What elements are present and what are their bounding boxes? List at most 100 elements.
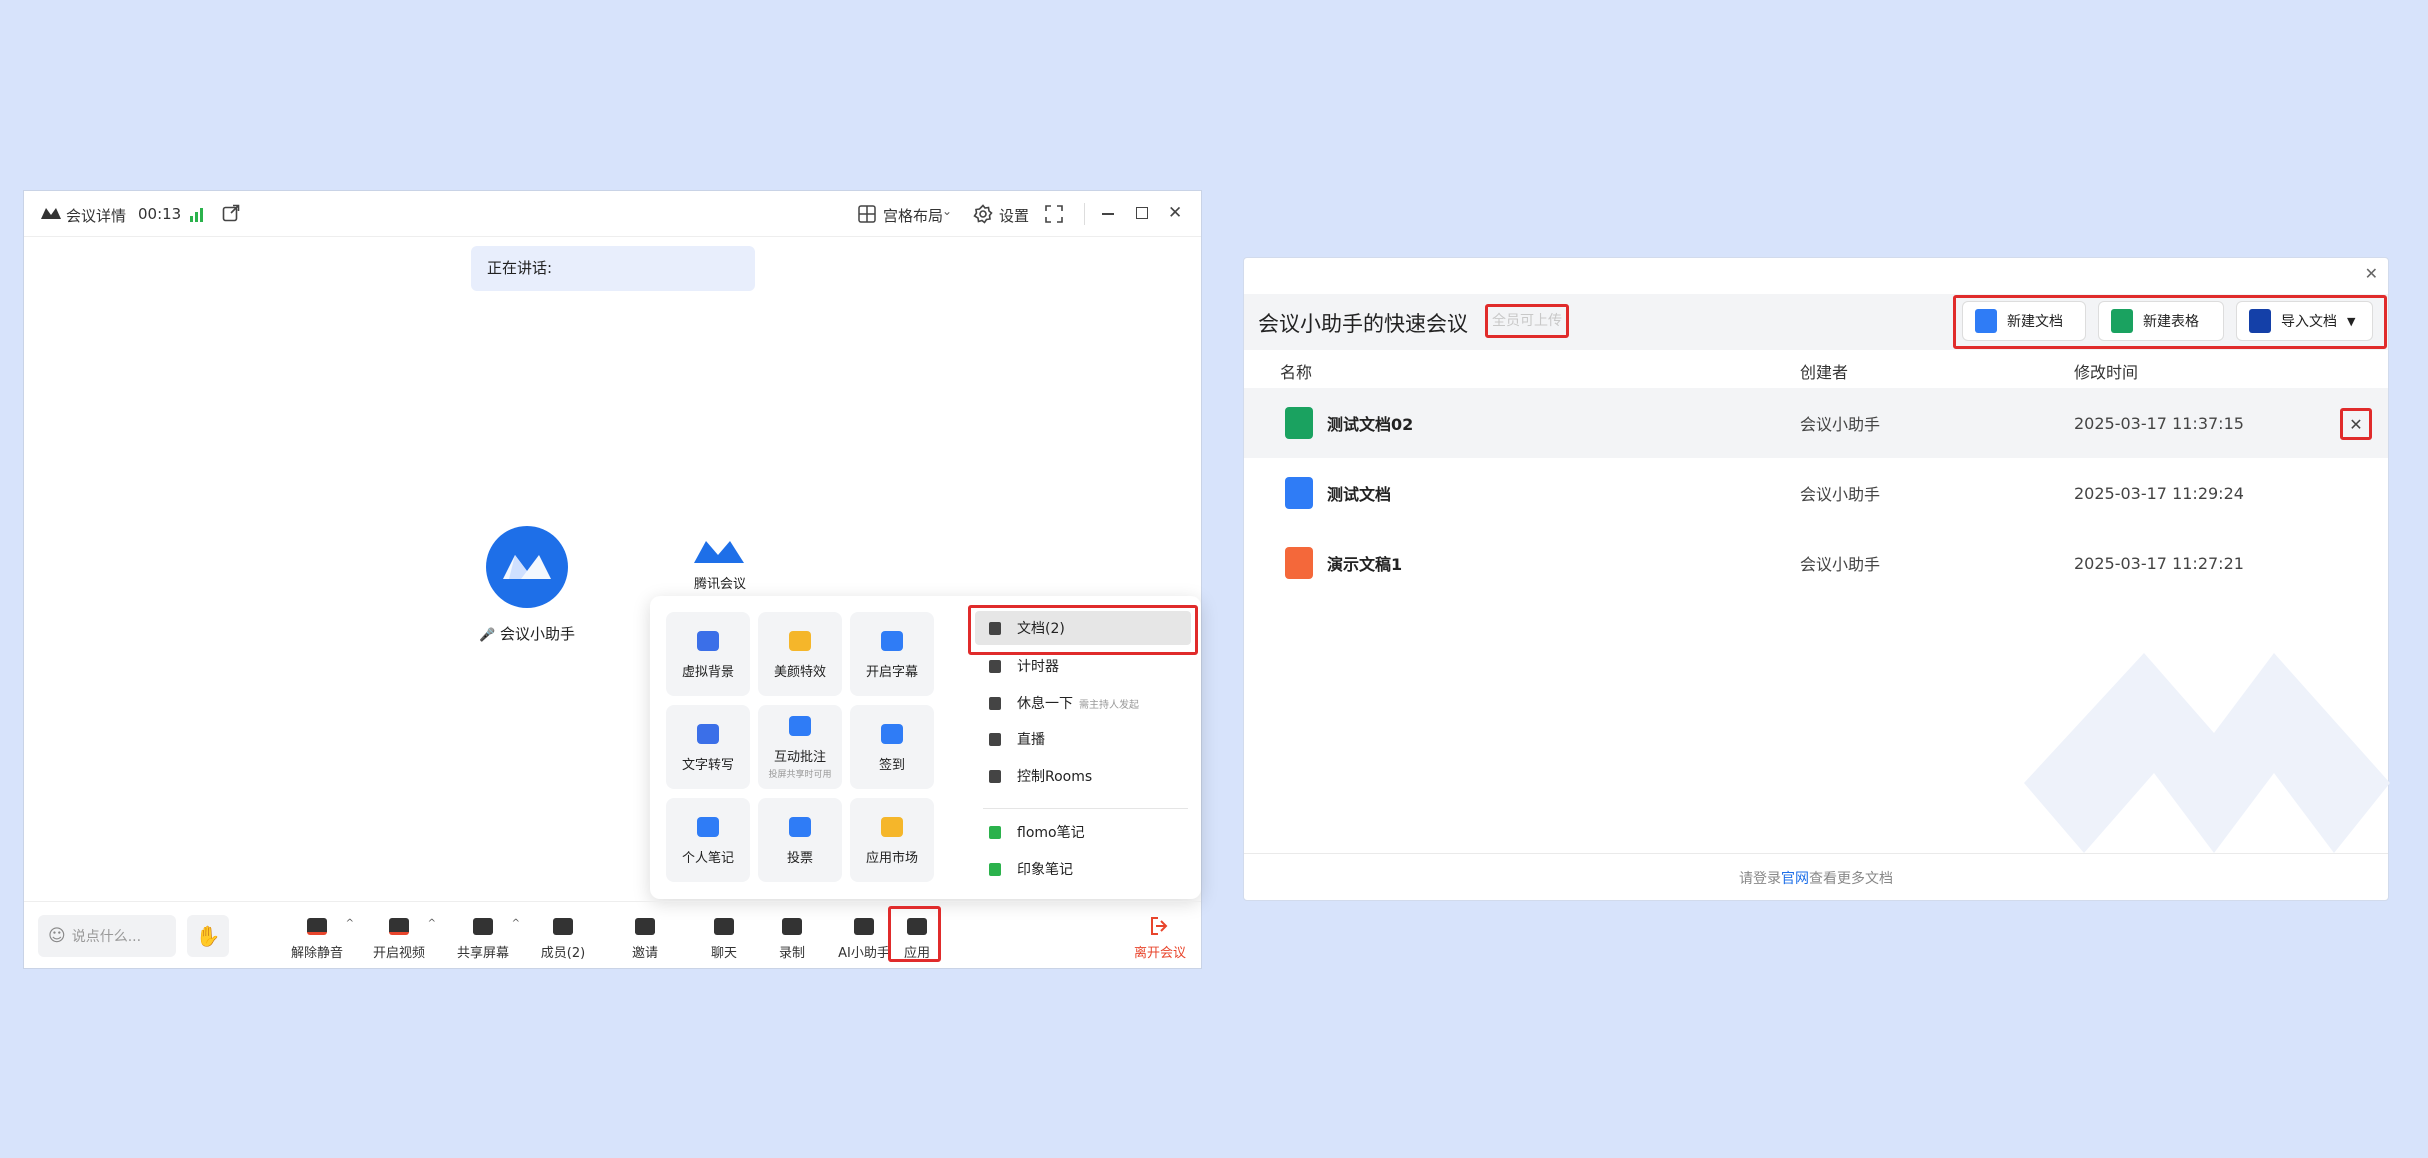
evernote-icon [987,861,1003,877]
delete-row-button[interactable]: ✕ [2340,408,2372,440]
column-name: 名称 [1280,363,1313,382]
app-tile[interactable]: 个人笔记 [666,798,750,882]
doc-file-icon [1285,477,1313,509]
close-icon[interactable]: ✕ [2365,264,2378,283]
apps-popup: 虚拟背景 美颜特效 开启字幕 文字转写 互动批注 投屏共享时可用 签到 个人笔记 投票 应用市场 … [650,596,1201,899]
apps-menu-item[interactable]: flomo笔记 [975,816,1195,848]
slide-file-icon [1285,547,1313,579]
coffee-icon [987,695,1003,711]
toolbar-button[interactable]: 开启视频 ^ [364,914,436,961]
settings-button[interactable]: 设置 [999,205,1029,226]
close-icon[interactable]: ✕ [1168,203,1182,223]
video-off-icon [386,914,412,938]
apps-menu-item[interactable]: 直播 [975,723,1195,755]
app-tile[interactable]: 开启字幕 [850,612,934,696]
chevron-up-icon[interactable]: ^ [428,918,436,929]
apps-button-highlight [888,906,941,962]
meeting-window: 会议详情 00:13 宫格布局 ⌄ 设置 ✕ 正在讲话: 🎤 会议小助手 腾讯会… [23,190,1202,969]
column-modified: 修改时间 [2074,363,2139,382]
toolbar-button[interactable]: 成员(2) [528,914,598,961]
app-market-icon [879,815,905,839]
chat-icon [711,914,737,938]
doc-icon [1975,309,1997,333]
apps-menu-item[interactable]: 文档(2) [975,611,1191,645]
avatar [486,526,568,608]
column-creator: 创建者 [1800,363,1849,382]
layout-button[interactable]: 宫格布局 [883,205,943,226]
mic-off-icon [304,914,330,938]
share-screen-icon [470,914,496,938]
signal-icon[interactable] [189,207,205,226]
brand-text: 腾讯会议 [693,577,746,592]
participant-name: 🎤 会议小助手 [479,625,575,643]
meeting-timer: 00:13 [138,205,182,223]
meeting-details-link[interactable]: 会议详情 [66,205,126,226]
chevron-up-icon[interactable]: ^ [346,918,354,929]
app-tile[interactable]: 投票 [758,798,842,882]
docs-header: 会议小助手的快速会议 全员可上传 新建文档 新建表格 导入文档 ▼ [1244,294,2388,350]
docs-footer-divider [1244,853,2388,854]
toolbar-button[interactable]: 录制 [757,914,827,961]
upload-permission-tag: 全员可上传 [1485,304,1569,338]
apps-menu-item[interactable]: 印象笔记 [975,853,1195,885]
grid-layout-icon[interactable] [858,205,876,227]
dropdown-arrow-icon: ▼ [2347,314,2356,328]
divider [1084,203,1085,225]
raise-hand-icon[interactable]: ✋ [187,915,229,957]
apps-menu-item[interactable]: 计时器 [975,650,1195,682]
table-row[interactable]: 演示文稿1 会议小助手 2025-03-17 11:27:21 [1244,528,2388,598]
transcribe-icon [695,722,721,746]
table-row[interactable]: 测试文档 会议小助手 2025-03-17 11:29:24 [1244,458,2388,528]
app-tile[interactable]: 文字转写 [666,705,750,789]
members-icon [550,914,576,938]
invite-icon [632,914,658,938]
table-row[interactable]: 测试文档02 会议小助手 2025-03-17 11:37:15 [1244,388,2388,458]
meeting-titlebar: 会议详情 00:13 宫格布局 ⌄ 设置 ✕ [24,191,1201,237]
emoji-icon[interactable]: ☺ [48,926,66,946]
apps-menu-item[interactable]: 控制Rooms [975,760,1195,792]
live-icon [987,731,1003,747]
ai-assistant-icon [851,914,877,938]
import-icon [2249,309,2271,333]
sheet-icon [2111,309,2133,333]
official-site-link[interactable]: 官网 [1781,871,1809,887]
document-icon [987,620,1003,636]
watermark-logo [2024,653,2390,857]
docs-panel: ✕ 会议小助手的快速会议 全员可上传 新建文档 新建表格 导入文档 ▼ 名称 创… [1243,257,2390,901]
meeting-toolbar: ☺ 说点什么... ✋ 解除静音 ^ 开启视频 ^ 共享屏幕 ^ 成员(2) 邀请 聊天 录制 AI… [24,901,1201,969]
new-doc-button[interactable]: 新建文档 [1962,301,2086,341]
minimize-icon[interactable] [1102,213,1114,215]
chevron-down-icon: ⌄ [942,204,953,218]
app-tile[interactable]: 美颜特效 [758,612,842,696]
beauty-icon [787,629,813,653]
annotate-icon [787,714,813,738]
chevron-up-icon[interactable]: ^ [512,918,520,929]
app-tile[interactable]: 应用市场 [850,798,934,882]
toolbar-button[interactable]: 邀请 [610,914,680,961]
menu-divider [983,808,1188,809]
share-link-icon[interactable] [222,204,240,226]
note-icon [695,815,721,839]
vote-icon [787,815,813,839]
tencent-meeting-brand: 腾讯会议 [664,537,776,592]
toolbar-button[interactable]: 共享屏幕 ^ [448,914,520,961]
new-sheet-button[interactable]: 新建表格 [2098,301,2224,341]
app-tile[interactable]: 虚拟背景 [666,612,750,696]
speaking-indicator: 正在讲话: [471,246,755,291]
gear-icon[interactable] [973,204,993,228]
app-tile[interactable]: 互动批注 投屏共享时可用 [758,705,842,789]
chat-quick-input[interactable]: ☺ 说点什么... [38,915,176,957]
maximize-icon[interactable] [1136,207,1148,219]
docs-title: 会议小助手的快速会议 [1258,312,1468,336]
app-tile[interactable]: 签到 [850,705,934,789]
mic-off-icon: 🎤 [479,628,496,643]
apps-menu-item[interactable]: 休息一下 需主持人发起 [975,687,1195,719]
flomo-icon [987,824,1003,840]
toolbar-button[interactable]: 解除静音 ^ [282,914,354,961]
checkin-icon [879,722,905,746]
fullscreen-icon[interactable] [1045,205,1063,227]
record-icon [779,914,805,938]
import-doc-button[interactable]: 导入文档 ▼ [2236,301,2373,341]
toolbar-button[interactable]: 聊天 [689,914,759,961]
leave-meeting-button[interactable]: 离开会议 [1117,914,1203,961]
